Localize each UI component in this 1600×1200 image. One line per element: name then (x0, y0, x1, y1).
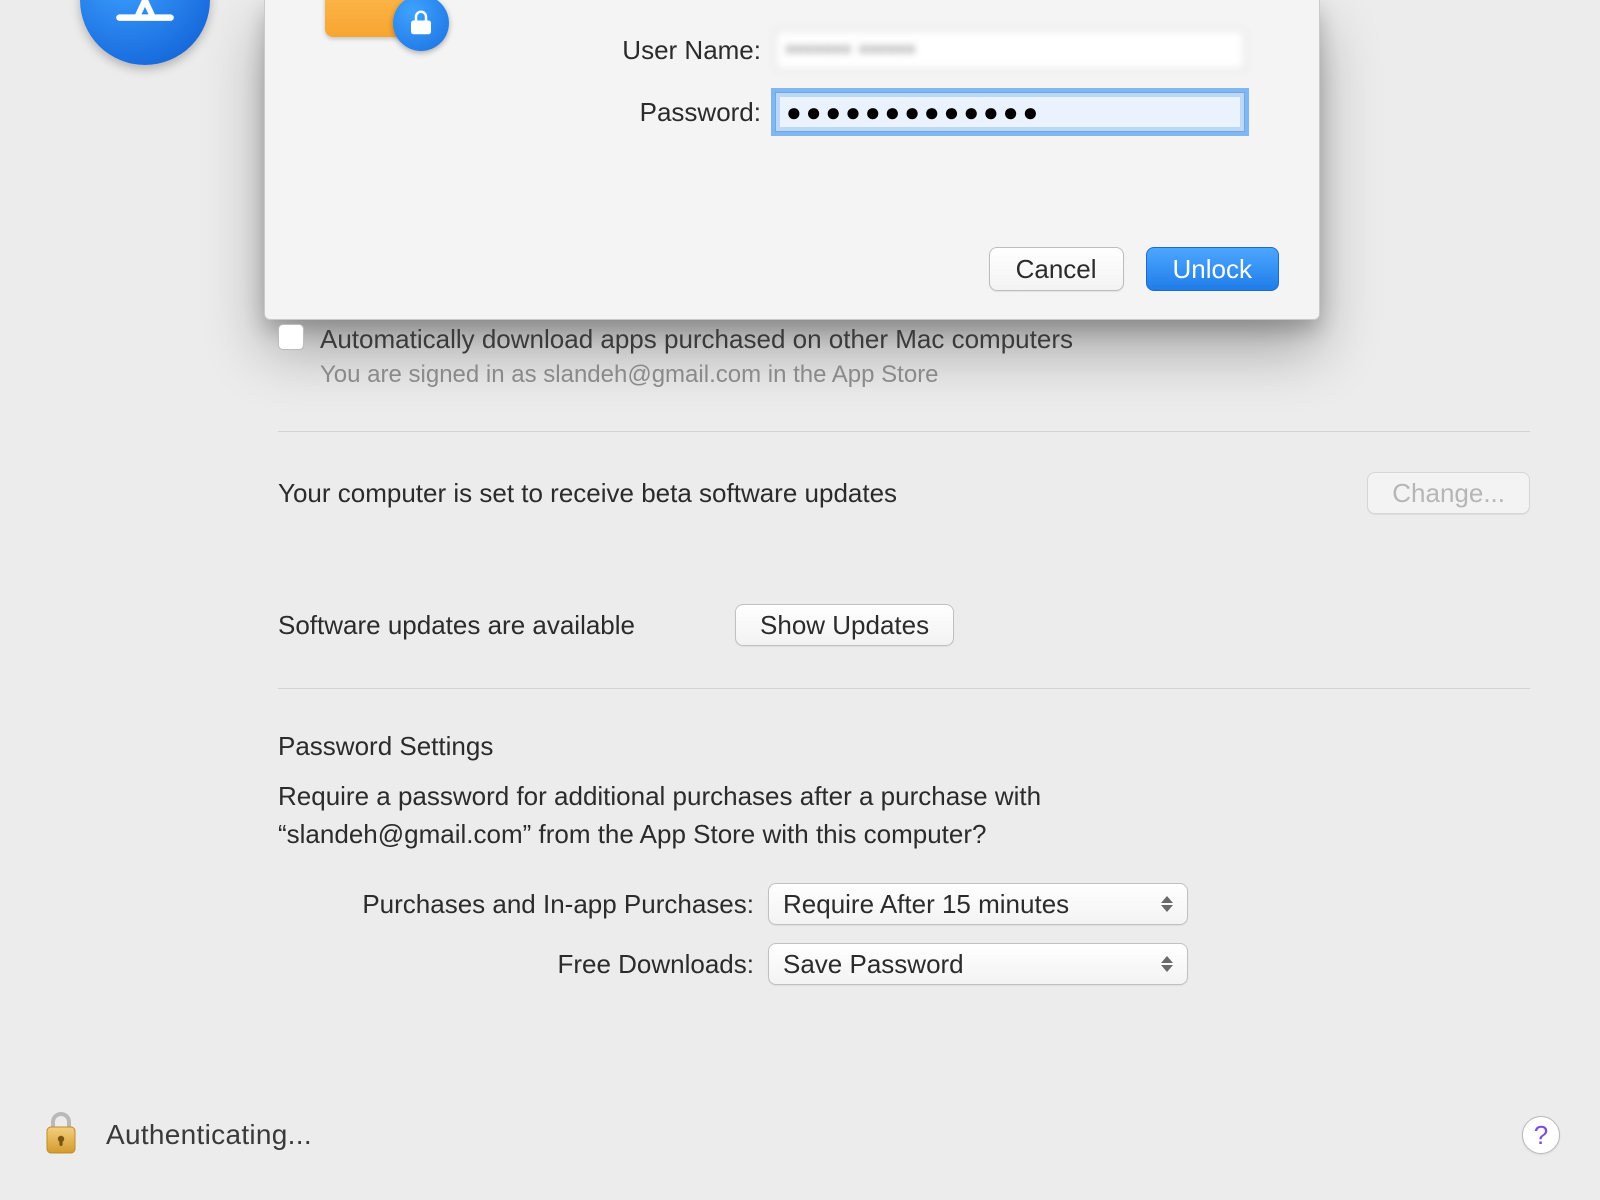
auto-download-checkbox[interactable] (278, 324, 304, 350)
cancel-button[interactable]: Cancel (989, 247, 1124, 291)
auto-download-row: Automatically download apps purchased on… (278, 324, 1530, 355)
username-value: ••••••• •••••• (786, 36, 916, 64)
change-button[interactable]: Change... (1367, 472, 1530, 514)
password-settings-body: Require a password for additional purcha… (278, 778, 1278, 853)
beta-text: Your computer is set to receive beta sof… (278, 478, 897, 509)
updates-row: Software updates are available Show Upda… (278, 604, 1530, 646)
show-updates-button[interactable]: Show Updates (735, 604, 954, 646)
divider (278, 688, 1530, 689)
lock-icon[interactable] (40, 1109, 82, 1162)
help-icon: ? (1534, 1120, 1548, 1151)
free-downloads-label: Free Downloads: (278, 949, 768, 980)
divider (278, 431, 1530, 432)
auth-status: Authenticating... (106, 1119, 312, 1151)
username-label: User Name: (265, 35, 775, 66)
purchases-select[interactable]: Require After 15 minutes (768, 883, 1188, 925)
appstore-glyph-icon (109, 0, 181, 36)
free-downloads-select[interactable]: Save Password (768, 943, 1188, 985)
chevron-updown-icon (1161, 890, 1179, 918)
prefs-panel: Automatically download apps purchased on… (278, 318, 1530, 1003)
help-button[interactable]: ? (1522, 1116, 1560, 1154)
free-downloads-value: Save Password (783, 949, 964, 980)
auth-dialog: Enter your password to allow this. User … (264, 0, 1320, 320)
chevron-updown-icon (1161, 950, 1179, 978)
username-field[interactable]: ••••••• •••••• (775, 30, 1245, 70)
auto-download-label: Automatically download apps purchased on… (320, 324, 1073, 355)
unlock-button[interactable]: Unlock (1146, 247, 1279, 291)
signed-in-text: You are signed in as slandeh@gmail.com i… (320, 361, 1530, 389)
appstore-icon (80, 0, 210, 65)
beta-row: Your computer is set to receive beta sof… (278, 472, 1530, 514)
password-mask: ●●●●●●●●●●●●● (786, 97, 1042, 128)
bottom-bar: Authenticating... ? (40, 1110, 1560, 1160)
password-settings-title: Password Settings (278, 731, 1530, 762)
purchases-value: Require After 15 minutes (783, 889, 1069, 920)
purchases-label: Purchases and In-app Purchases: (278, 889, 768, 920)
password-label: Password: (265, 97, 775, 128)
password-field[interactable]: ●●●●●●●●●●●●● (775, 92, 1245, 132)
updates-text: Software updates are available (278, 610, 635, 641)
